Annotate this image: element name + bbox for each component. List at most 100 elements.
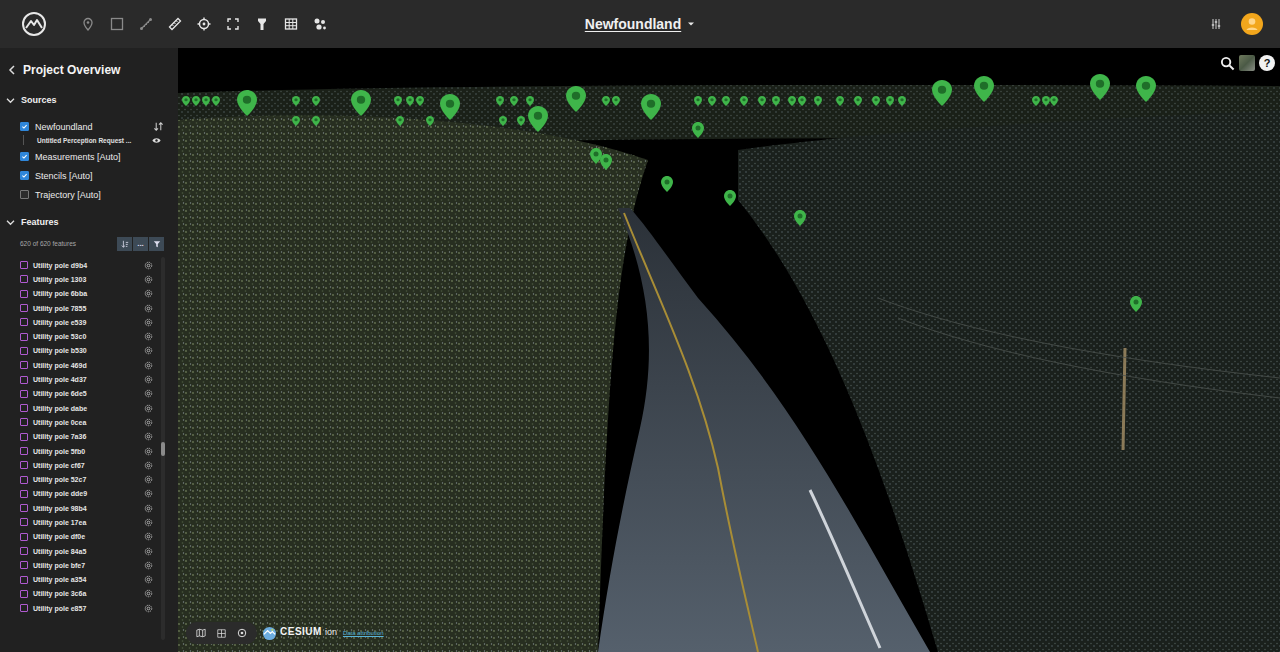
data-attribution-link[interactable]: Data attribution — [343, 630, 384, 636]
map-pin[interactable] — [351, 90, 371, 116]
basemap-thumbnail[interactable] — [1239, 55, 1255, 71]
feature-checkbox[interactable] — [20, 476, 28, 484]
target-settings-icon[interactable] — [144, 289, 153, 298]
target-settings-icon[interactable] — [144, 361, 153, 370]
target-settings-icon[interactable] — [144, 275, 153, 284]
feature-row[interactable]: Utility pole dde9 — [0, 487, 159, 501]
feature-checkbox[interactable] — [20, 561, 28, 569]
map-pin[interactable] — [932, 80, 952, 106]
rectangle-tool-button[interactable] — [110, 17, 124, 31]
feature-row[interactable]: Utility pole 0cea — [0, 415, 159, 429]
feature-row[interactable]: Utility pole e539 — [0, 315, 159, 329]
feature-checkbox[interactable] — [20, 275, 28, 283]
target-settings-icon[interactable] — [144, 304, 153, 313]
grid-view-icon[interactable] — [217, 629, 226, 638]
scrollbar-thumb[interactable] — [161, 442, 165, 456]
map-pin[interactable] — [312, 96, 320, 106]
sliders-icon[interactable] — [1210, 18, 1222, 30]
feature-row[interactable]: Utility pole 469d — [0, 358, 159, 372]
map-pin[interactable] — [694, 96, 702, 106]
target-settings-icon[interactable] — [144, 346, 153, 355]
map-pin[interactable] — [1130, 296, 1142, 312]
target-settings-icon[interactable] — [144, 575, 153, 584]
map-icon[interactable] — [196, 628, 206, 638]
map-pin[interactable] — [692, 122, 704, 138]
target-settings-icon[interactable] — [144, 418, 153, 427]
feature-row[interactable]: Utility pole 17ea — [0, 515, 159, 529]
map-pin[interactable] — [661, 176, 673, 192]
target-settings-icon[interactable] — [144, 489, 153, 498]
feature-row[interactable]: Utility pole bfe7 — [0, 558, 159, 572]
feature-checkbox[interactable] — [20, 518, 28, 526]
source-item[interactable]: Newfoundland — [0, 117, 178, 136]
features-section-header[interactable]: Features — [0, 214, 178, 230]
checkbox[interactable] — [20, 171, 29, 180]
target-settings-icon[interactable] — [144, 461, 153, 470]
feature-row[interactable]: Utility pole 7a36 — [0, 430, 159, 444]
feature-checkbox[interactable] — [20, 333, 28, 341]
feature-row[interactable]: Utility pole cf67 — [0, 458, 159, 472]
map-pin[interactable] — [602, 96, 610, 106]
map-pin[interactable] — [872, 96, 880, 106]
feature-row[interactable]: Utility pole 4d37 — [0, 372, 159, 386]
checkbox[interactable] — [20, 152, 29, 161]
source-item[interactable]: Stencils [Auto] — [0, 166, 178, 185]
map-pin[interactable] — [440, 94, 460, 120]
map-pin[interactable] — [510, 96, 518, 106]
map-pin[interactable] — [590, 148, 602, 164]
map-pin[interactable] — [292, 116, 300, 126]
map-pin[interactable] — [772, 96, 780, 106]
map-pin[interactable] — [798, 96, 806, 106]
map-pin[interactable] — [788, 96, 796, 106]
feature-checkbox[interactable] — [20, 404, 28, 412]
cluster-tool-button[interactable] — [313, 17, 327, 31]
feature-checkbox[interactable] — [20, 347, 28, 355]
checkbox[interactable] — [20, 190, 29, 199]
feature-checkbox[interactable] — [20, 390, 28, 398]
map-pin[interactable] — [722, 96, 730, 106]
map-pin[interactable] — [517, 116, 525, 126]
ruler-tool-button[interactable] — [168, 17, 182, 31]
project-selector[interactable]: Newfoundland — [585, 16, 695, 32]
point-cloud-viewport[interactable]: ?CESIUMionData attribution — [178, 48, 1280, 652]
feature-row[interactable]: Utility pole 6bba — [0, 287, 159, 301]
sort-arrows-icon[interactable] — [153, 121, 164, 132]
map-pin[interactable] — [292, 96, 300, 106]
feature-checkbox[interactable] — [20, 433, 28, 441]
polyline-tool-button[interactable] — [139, 17, 153, 31]
feature-row[interactable]: Utility pole a354 — [0, 573, 159, 587]
map-pin[interactable] — [836, 96, 844, 106]
logo-icon[interactable] — [21, 11, 47, 37]
map-pin[interactable] — [526, 96, 534, 106]
feature-checkbox[interactable] — [20, 604, 28, 612]
feature-checkbox[interactable] — [20, 461, 28, 469]
target-settings-icon[interactable] — [144, 375, 153, 384]
feature-row[interactable]: Utility pole 84a5 — [0, 544, 159, 558]
map-pin[interactable] — [612, 96, 620, 106]
feature-checkbox[interactable] — [20, 304, 28, 312]
pin-tool-button[interactable] — [81, 17, 95, 31]
map-pin[interactable] — [394, 96, 402, 106]
feature-checkbox[interactable] — [20, 418, 28, 426]
map-pin[interactable] — [740, 96, 748, 106]
feature-row[interactable]: Utility pole 1303 — [0, 272, 159, 286]
eye-icon[interactable] — [152, 137, 161, 144]
map-pin[interactable] — [182, 96, 190, 106]
target-settings-icon[interactable] — [144, 332, 153, 341]
map-pin[interactable] — [406, 96, 414, 106]
map-pin[interactable] — [1042, 96, 1050, 106]
map-pin[interactable] — [396, 116, 404, 126]
feature-row[interactable]: Utility pole dabe — [0, 401, 159, 415]
map-pin[interactable] — [1032, 96, 1040, 106]
map-pin[interactable] — [794, 210, 806, 226]
map-pin[interactable] — [499, 116, 507, 126]
target-settings-icon[interactable] — [144, 389, 153, 398]
more-button[interactable]: ... — [133, 237, 148, 251]
user-avatar[interactable] — [1241, 13, 1263, 35]
project-overview-header[interactable]: Project Overview — [0, 48, 178, 92]
feature-row[interactable]: Utility pole 7855 — [0, 301, 159, 315]
target-tool-button[interactable] — [197, 17, 211, 31]
feature-checkbox[interactable] — [20, 376, 28, 384]
target-settings-icon[interactable] — [144, 589, 153, 598]
target-settings-icon[interactable] — [144, 561, 153, 570]
